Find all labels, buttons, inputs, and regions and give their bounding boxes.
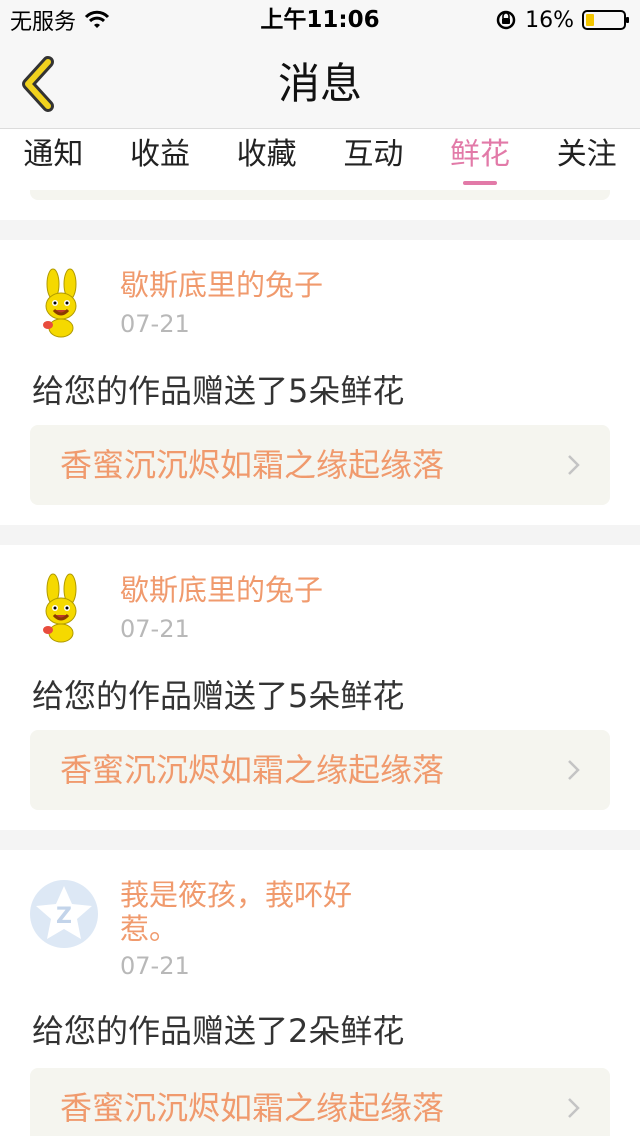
work-link[interactable]: 香蜜沉沉烬如霜之缘起缘落	[30, 1068, 610, 1136]
page-title: 消息	[277, 59, 362, 108]
tab-favorites[interactable]: 收藏	[213, 129, 320, 191]
work-link[interactable]: 香蜜沉沉烬如霜之缘起缘落	[30, 730, 610, 810]
message-date: 07-21	[120, 952, 190, 980]
message-card: Z 莪是筱孩，莪吥好惹。 07-21 给您的作品赠送了2朵鲜花 香蜜沉沉烬如霜之…	[0, 850, 640, 1136]
tab-label: 通知	[23, 137, 84, 172]
rotation-lock-icon	[496, 10, 516, 30]
chevron-right-icon	[568, 760, 580, 780]
tab-flowers[interactable]: 鲜花	[427, 129, 534, 191]
message-text: 给您的作品赠送了5朵鲜花	[32, 677, 405, 715]
tab-bar: 通知 收益 收藏 互动 鲜花 关注	[0, 128, 640, 191]
status-bar: 无服务 上午11:06 16%	[0, 0, 640, 40]
message-card: 歇斯底里的兔子 07-21 给您的作品赠送了5朵鲜花 香蜜沉沉烬如霜之缘起缘落	[0, 240, 640, 525]
message-card: 歇斯底里的兔子 07-21 给您的作品赠送了5朵鲜花 香蜜沉沉烬如霜之缘起缘落	[0, 545, 640, 830]
previous-card-fragment	[0, 190, 640, 220]
tab-earnings[interactable]: 收益	[107, 129, 214, 191]
tab-notifications[interactable]: 通知	[0, 129, 107, 191]
work-title: 香蜜沉沉烬如霜之缘起缘落	[60, 751, 445, 789]
tab-label: 收藏	[236, 137, 297, 172]
active-tab-indicator	[463, 181, 498, 185]
chevron-right-icon	[568, 1098, 580, 1118]
qq-default-avatar-icon[interactable]: Z	[28, 878, 100, 950]
tab-follows[interactable]: 关注	[533, 129, 640, 191]
svg-text:Z: Z	[56, 904, 72, 929]
battery-percentage: 16%	[525, 7, 574, 33]
tab-label: 关注	[556, 137, 617, 172]
tab-label: 鲜花	[450, 137, 511, 172]
tab-label: 互动	[343, 137, 404, 172]
work-title: 香蜜沉沉烬如霜之缘起缘落	[60, 1089, 445, 1127]
chevron-right-icon	[568, 455, 580, 475]
message-date: 07-21	[120, 310, 190, 338]
rabbit-avatar-icon[interactable]	[28, 268, 100, 340]
message-list[interactable]: 歇斯底里的兔子 07-21 给您的作品赠送了5朵鲜花 香蜜沉沉烬如霜之缘起缘落 …	[0, 190, 640, 1136]
rabbit-avatar-icon[interactable]	[28, 573, 100, 645]
navigation-bar: 消息	[0, 40, 640, 128]
work-title: 香蜜沉沉烬如霜之缘起缘落	[60, 446, 445, 484]
message-date: 07-21	[120, 615, 190, 643]
battery-icon	[582, 10, 629, 30]
work-link[interactable]: 香蜜沉沉烬如霜之缘起缘落	[30, 425, 610, 505]
message-text: 给您的作品赠送了2朵鲜花	[32, 1012, 405, 1050]
message-text: 给您的作品赠送了5朵鲜花	[32, 372, 405, 410]
sender-name[interactable]: 歇斯底里的兔子	[120, 573, 400, 607]
tab-label: 收益	[130, 137, 190, 172]
sender-name[interactable]: 莪是筱孩，莪吥好惹。	[120, 878, 400, 946]
tab-interactions[interactable]: 互动	[320, 129, 427, 191]
sender-name[interactable]: 歇斯底里的兔子	[120, 268, 400, 302]
